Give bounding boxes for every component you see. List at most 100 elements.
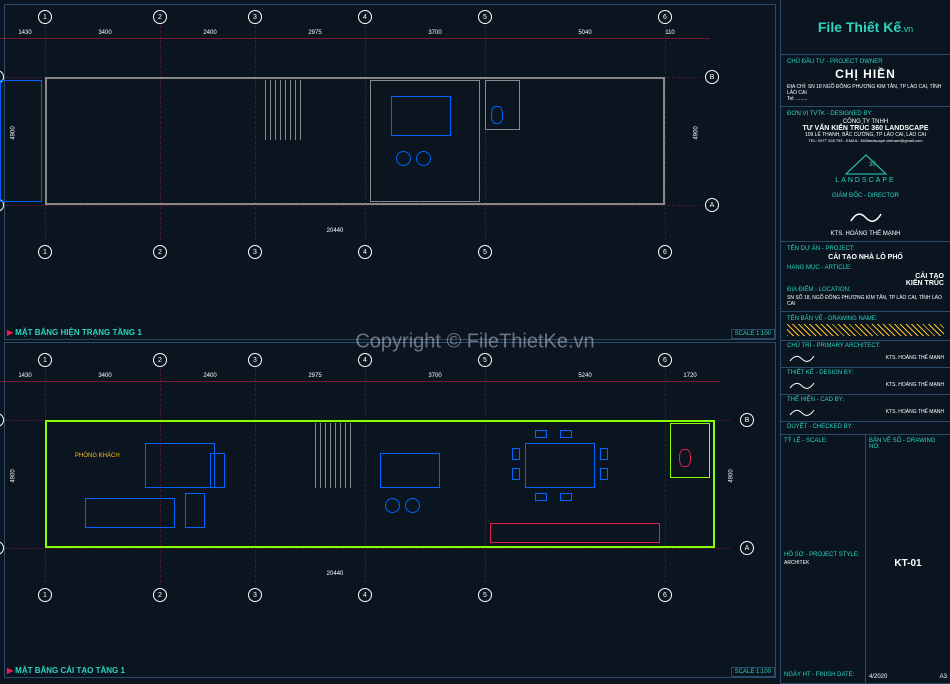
dim: 2975 bbox=[275, 30, 355, 36]
cad-viewport[interactable]: 1 2 3 4 5 6 1 2 3 4 5 6 A B A B bbox=[0, 0, 950, 684]
dim: 2400 bbox=[175, 373, 245, 379]
dim-total: 20440 bbox=[295, 571, 375, 577]
dim: 3400 bbox=[65, 30, 145, 36]
signature-icon bbox=[787, 405, 817, 419]
client-name: CHỊ HIỀN bbox=[787, 67, 944, 81]
designer-row: THIẾT KẾ - DESIGN BY: KTS. HOÀNG THẾ MẠN… bbox=[781, 368, 950, 395]
dim: 1720 bbox=[665, 373, 715, 379]
armchair bbox=[185, 493, 205, 528]
dim: 4900 bbox=[694, 126, 700, 139]
drawing-area[interactable]: 1 2 3 4 5 6 1 2 3 4 5 6 A B A B bbox=[0, 0, 780, 684]
axis-col-4-top: 4 bbox=[358, 353, 372, 367]
scale-2: SCALE 1:100 bbox=[731, 667, 775, 677]
client-section: CHỦ ĐẦU TƯ - PROJECT OWNER CHỊ HIỀN ĐỊA … bbox=[781, 55, 950, 107]
toilet bbox=[679, 449, 691, 467]
drawing-number: KT-01 bbox=[869, 558, 947, 569]
axis-col-3-top: 3 bbox=[248, 10, 262, 24]
room bbox=[370, 453, 470, 545]
room bbox=[370, 80, 480, 202]
axis-row-a-r: A bbox=[705, 198, 719, 212]
axis-col-6-bot: 6 bbox=[658, 588, 672, 602]
axis-row-a-l: A bbox=[0, 541, 4, 555]
toilet bbox=[491, 106, 503, 124]
dim: 1430 bbox=[5, 373, 45, 379]
dim: 4900 bbox=[11, 469, 17, 482]
drawing-name-section: TÊN BẢN VẼ - DRAWING NAME: bbox=[781, 312, 950, 341]
plan-title-2: ▶MẶT BẰNG CẢI TẠO TẦNG 1 bbox=[7, 666, 125, 675]
table bbox=[380, 453, 440, 488]
dim: 4900 bbox=[729, 469, 735, 482]
furniture bbox=[396, 151, 411, 166]
axis-col-5-bot: 5 bbox=[478, 245, 492, 259]
plan-renovation: 1 2 3 4 5 6 1 2 3 4 5 6 A B A B bbox=[4, 342, 776, 678]
dining-chairs bbox=[520, 438, 600, 493]
stool bbox=[385, 498, 400, 513]
axis-col-3-bot: 3 bbox=[248, 245, 262, 259]
stair bbox=[310, 423, 355, 488]
architect-row: CHỦ TRÌ - PRIMARY ARCHITECT: KTS. HOÀNG … bbox=[781, 341, 950, 368]
check-row: DUYỆT - CHECKED BY: bbox=[781, 422, 950, 435]
triangle-icon: 30 bbox=[841, 152, 891, 177]
stair bbox=[260, 80, 305, 140]
signature-icon bbox=[846, 206, 886, 226]
axis-col-1-bot: 1 bbox=[38, 588, 52, 602]
dim: 3400 bbox=[65, 373, 145, 379]
axis-col-4-top: 4 bbox=[358, 10, 372, 24]
scale-1: SCALE 1:100 bbox=[731, 329, 775, 339]
dim: 3700 bbox=[395, 373, 475, 379]
tv-unit bbox=[145, 443, 215, 488]
grid-line bbox=[665, 25, 666, 240]
dim: 2975 bbox=[275, 373, 355, 379]
axis-col-6-top: 6 bbox=[658, 10, 672, 24]
building-outline bbox=[45, 77, 665, 205]
dim: 110 bbox=[655, 30, 685, 36]
axis-col-6-bot: 6 bbox=[658, 245, 672, 259]
furniture bbox=[416, 151, 431, 166]
grid-line bbox=[5, 205, 700, 206]
axis-col-2-top: 2 bbox=[153, 10, 167, 24]
axis-row-a-r: A bbox=[740, 541, 754, 555]
axis-col-3-top: 3 bbox=[248, 353, 262, 367]
armchair bbox=[210, 453, 225, 488]
axis-col-5-top: 5 bbox=[478, 353, 492, 367]
axis-row-b-l: B bbox=[0, 413, 4, 427]
stool bbox=[405, 498, 420, 513]
svg-text:30: 30 bbox=[869, 162, 876, 168]
axis-col-5-bot: 5 bbox=[478, 588, 492, 602]
dim: 2400 bbox=[175, 30, 245, 36]
designer-section: ĐƠN VỊ TVTK - DESIGNED BY: CÔNG TY TNHH … bbox=[781, 107, 950, 242]
arrow-icon: ▶ bbox=[7, 328, 13, 337]
signature-icon bbox=[787, 351, 817, 365]
logo-text: File Thiết Kế bbox=[818, 19, 901, 35]
floorplan-renovation: 1 2 3 4 5 6 1 2 3 4 5 6 A B A B bbox=[45, 393, 725, 593]
axis-col-4-bot: 4 bbox=[358, 245, 372, 259]
dim-line bbox=[0, 381, 720, 382]
arrow-icon: ▶ bbox=[7, 666, 13, 675]
kitchen-counter bbox=[490, 523, 660, 543]
sofa bbox=[85, 498, 175, 528]
axis-col-5-top: 5 bbox=[478, 10, 492, 24]
title-block: File Thiết Kế.vn CHỦ ĐẦU TƯ - PROJECT OW… bbox=[780, 0, 950, 684]
axis-col-1-top: 1 bbox=[38, 353, 52, 367]
bed bbox=[391, 96, 451, 136]
axis-col-4-bot: 4 bbox=[358, 588, 372, 602]
dim: 3700 bbox=[395, 30, 475, 36]
wc bbox=[485, 80, 520, 130]
footer-grid: TỶ LỆ - SCALE: HỒ SƠ - PROJECT STYLE:ARC… bbox=[781, 435, 950, 684]
dim-total: 20440 bbox=[295, 228, 375, 234]
signature-director bbox=[787, 201, 944, 231]
plan-existing: 1 2 3 4 5 6 1 2 3 4 5 6 A B A B bbox=[4, 4, 776, 340]
dim-line bbox=[0, 38, 710, 39]
landscape-logo: 30 LANDSCAPE bbox=[787, 143, 944, 193]
room-label: PHÒNG KHÁCH bbox=[75, 453, 120, 459]
plan-title-1: ▶MẶT BẰNG HIỆN TRẠNG TẦNG 1 bbox=[7, 328, 142, 337]
dim: 5040 bbox=[535, 30, 635, 36]
axis-col-2-bot: 2 bbox=[153, 588, 167, 602]
dim: 1430 bbox=[5, 30, 45, 36]
axis-row-b-r: B bbox=[705, 70, 719, 84]
front-porch bbox=[0, 80, 42, 202]
axis-col-2-bot: 2 bbox=[153, 245, 167, 259]
floorplan-existing: 1 2 3 4 5 6 1 2 3 4 5 6 A B A B bbox=[45, 50, 725, 250]
axis-col-1-top: 1 bbox=[38, 10, 52, 24]
axis-col-2-top: 2 bbox=[153, 353, 167, 367]
